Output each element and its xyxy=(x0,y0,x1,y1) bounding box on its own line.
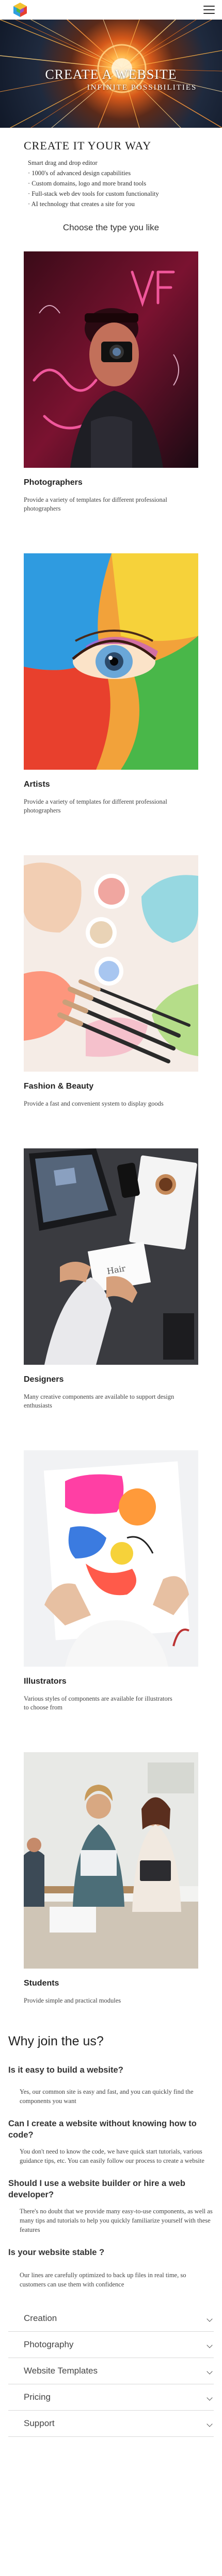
intro-heading: CREATE IT YOUR WAY xyxy=(24,139,152,152)
faq-question: Is your website stable ? xyxy=(8,2248,105,2257)
hero-title: CREATE A WEBSITE xyxy=(45,67,177,82)
accordion-label: Creation xyxy=(24,2313,57,2323)
category-title[interactable]: Designers xyxy=(24,1375,198,1384)
accordion-label: Photography xyxy=(24,2340,74,2349)
faq-answer: There's no doubt that we provide many ea… xyxy=(20,2208,213,2233)
category-card-designers[interactable]: Hair Designers Many creative components … xyxy=(0,1148,222,1410)
faq-question: Should I use a website builder or hire a… xyxy=(8,2179,185,2199)
feature-item: Smart drag and drop editor xyxy=(28,159,98,166)
accordion-label: Support xyxy=(24,2418,55,2428)
category-description: Provide a fast and convenient system to … xyxy=(24,1100,164,1107)
faq-answer: You don't need to know the code, we have… xyxy=(20,2148,204,2164)
category-card-illustrators[interactable]: Illustrators Various styles of component… xyxy=(0,1450,222,1712)
hero-subtitle: INFINITE POSSIBILITIES xyxy=(87,83,197,92)
photographer-photo[interactable] xyxy=(24,251,198,468)
hero-banner: CREATE A WEBSITE INFINITE POSSIBILITIES xyxy=(0,20,222,128)
category-title[interactable]: Illustrators xyxy=(24,1677,198,1686)
category-description: Provide simple and practical modules xyxy=(24,1997,121,2004)
illustrator-photo[interactable] xyxy=(24,1450,198,1667)
faq-item: Should I use a website builder or hire a… xyxy=(0,2178,222,2234)
category-card-fashion-beauty[interactable]: Fashion & Beauty Provide a fast and conv… xyxy=(0,855,222,1108)
chevron-down-icon xyxy=(207,2368,213,2375)
chevron-down-icon xyxy=(207,2316,213,2322)
footer-accordion: Creation Photography Website Templates P… xyxy=(0,2306,222,2437)
artist-photo[interactable] xyxy=(24,553,198,770)
feature-item: · AI technology that creates a site for … xyxy=(28,200,135,208)
faq-item: Is your website stable ? Our lines are c… xyxy=(0,2247,222,2289)
accordion-item-pricing[interactable]: Pricing xyxy=(8,2384,214,2411)
chevron-down-icon xyxy=(207,2421,213,2427)
category-title[interactable]: Fashion & Beauty xyxy=(24,1082,198,1091)
category-description: Many creative components are available t… xyxy=(24,1393,175,1409)
category-card-students[interactable]: Students Provide simple and practical mo… xyxy=(0,1752,222,2005)
chevron-down-icon xyxy=(207,2342,213,2348)
category-title[interactable]: Artists xyxy=(24,780,198,789)
feature-item: · Full-stack web dev tools for custom fu… xyxy=(28,190,159,197)
chevron-down-icon xyxy=(207,2395,213,2401)
feature-item: · Custom domains, logo and more brand to… xyxy=(28,180,147,187)
feature-item: · 1000's of advanced design capabilities xyxy=(28,170,131,177)
multicolor-cube-logo-icon[interactable] xyxy=(11,1,29,19)
category-title[interactable]: Students xyxy=(24,1979,198,1988)
accordion-item-support[interactable]: Support xyxy=(8,2411,214,2437)
category-card-photographers[interactable]: Photographers Provide a variety of templ… xyxy=(0,251,222,513)
intro-section: CREATE IT YOUR WAY Smart drag and drop e… xyxy=(0,128,222,209)
accordion-item-website-templates[interactable]: Website Templates xyxy=(8,2358,214,2384)
choose-type-heading: Choose the type you like xyxy=(62,223,160,232)
accordion-label: Website Templates xyxy=(24,2366,98,2376)
category-description: Various styles of components are availab… xyxy=(24,1695,172,1711)
why-join-heading: Why join the us? xyxy=(8,2034,104,2048)
accordion-item-creation[interactable]: Creation xyxy=(8,2306,214,2332)
category-description: Provide a variety of templates for diffe… xyxy=(24,496,167,512)
faq-answer: Yes, our common site is easy and fast, a… xyxy=(20,2088,194,2105)
designer-desk-photo[interactable]: Hair xyxy=(24,1148,198,1365)
faq-item: Can I create a website without knowing h… xyxy=(0,2118,222,2165)
faq-question: Can I create a website without knowing h… xyxy=(8,2119,197,2140)
category-title[interactable]: Photographers xyxy=(24,478,198,487)
accordion-label: Pricing xyxy=(24,2392,51,2402)
accordion-item-photography[interactable]: Photography xyxy=(8,2332,214,2358)
students-photo[interactable] xyxy=(24,1752,198,1969)
feature-list: Smart drag and drop editor · 1000's of a… xyxy=(24,158,198,209)
category-description: Provide a variety of templates for diffe… xyxy=(24,798,167,814)
faq-answer: Our lines are carefully optimized to bac… xyxy=(20,2272,186,2288)
cosmetics-photo[interactable] xyxy=(24,855,198,1072)
hamburger-menu-icon[interactable] xyxy=(203,6,215,14)
category-card-artists[interactable]: Artists Provide a variety of templates f… xyxy=(0,553,222,815)
faq-item: Is it easy to build a website? Yes, our … xyxy=(0,2064,222,2106)
faq-question: Is it easy to build a website? xyxy=(8,2065,123,2075)
site-header xyxy=(0,0,222,20)
